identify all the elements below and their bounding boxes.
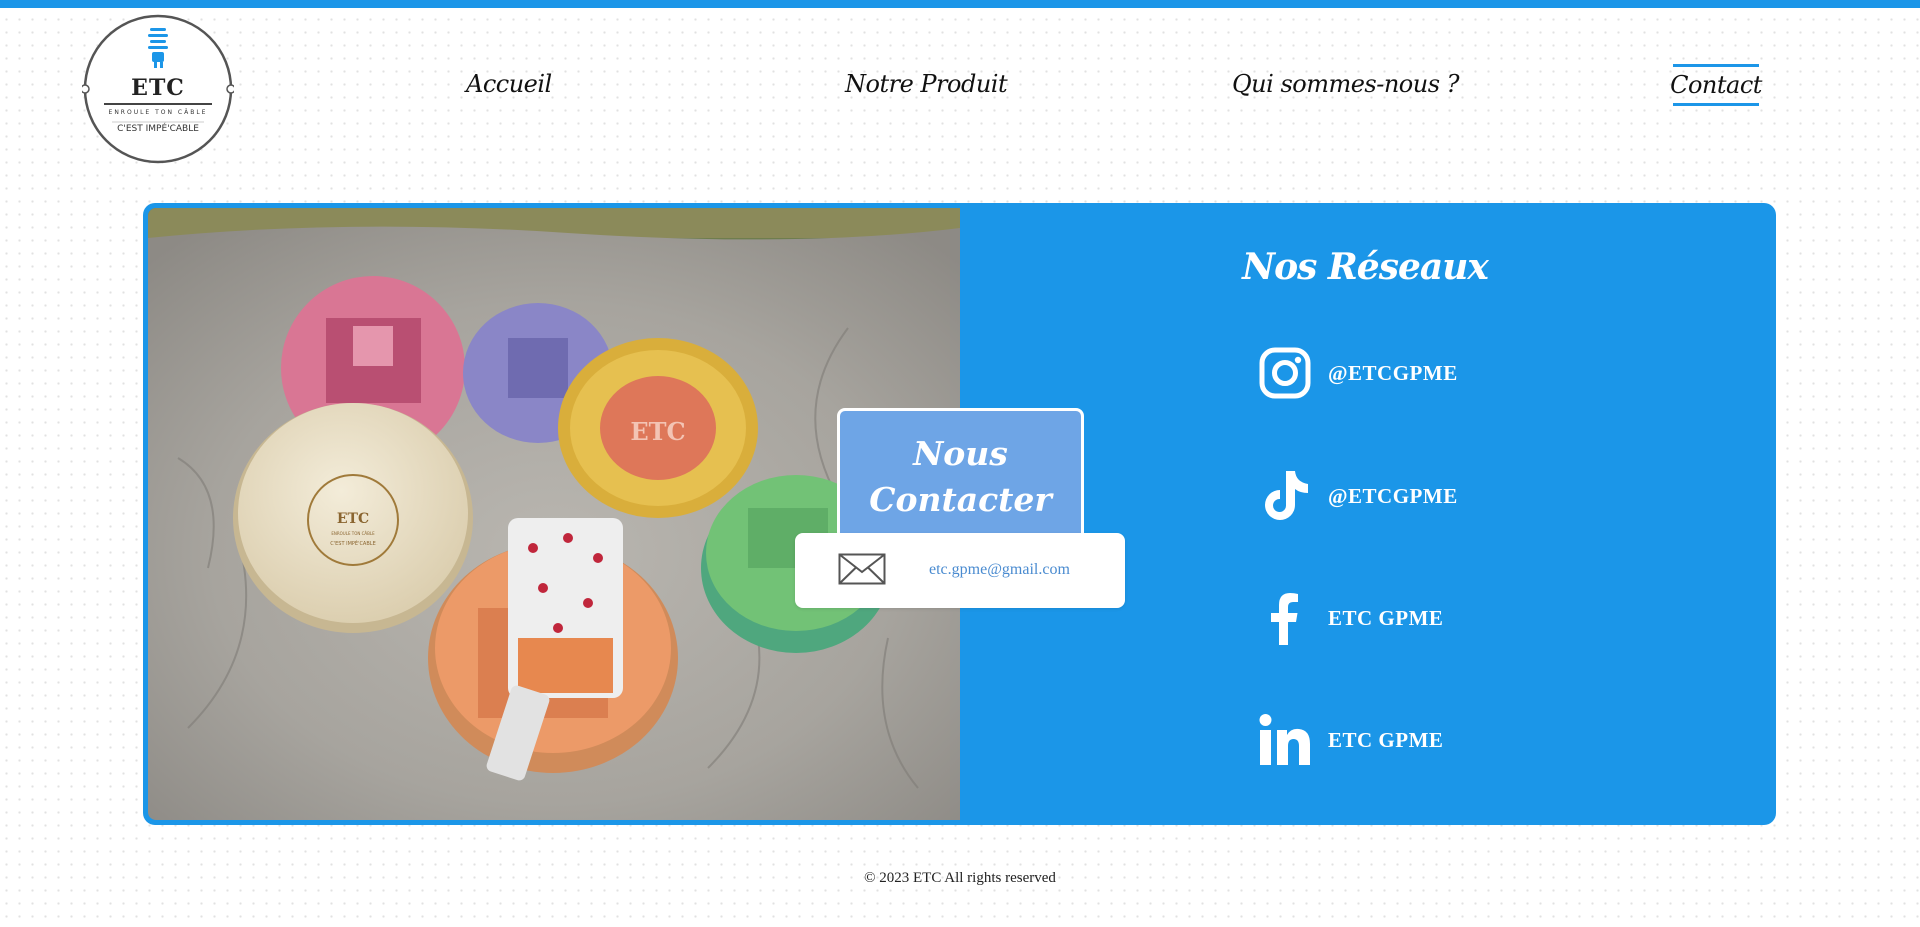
- contact-card-title: Nous Contacter: [840, 431, 1081, 523]
- instagram-icon: [1259, 347, 1311, 399]
- logo-subtitle: ENROULE TON CÂBLE: [108, 109, 208, 116]
- wood-lid-subtitle: ENROULE TON CÂBLE: [331, 531, 375, 536]
- linkedin-name[interactable]: ETC GPME: [1328, 728, 1443, 753]
- nav-link-contact[interactable]: Contact: [1670, 64, 1762, 106]
- networks-title: Nos Réseaux: [1242, 246, 1489, 288]
- gold-lid-text: ETC: [630, 417, 685, 446]
- facebook-icon: [1271, 593, 1298, 645]
- linkedin-icon: [1259, 714, 1310, 765]
- contact-title-line2: Contacter: [869, 480, 1052, 519]
- nav-link-qui-sommes-nous[interactable]: Qui sommes-nous ?: [1232, 70, 1460, 98]
- nav-link-notre-produit[interactable]: Notre Produit: [845, 70, 1008, 98]
- social-facebook[interactable]: ETC GPME: [1258, 588, 1443, 648]
- social-linkedin[interactable]: ETC GPME: [1258, 710, 1443, 770]
- social-instagram[interactable]: @ETCGPME: [1258, 343, 1458, 403]
- wood-lid-tagline: C'EST IMPÉ'CABLE: [330, 539, 375, 547]
- tiktok-handle[interactable]: @ETCGPME: [1328, 484, 1458, 509]
- footer-copyright: © 2023 ETC All rights reserved: [864, 870, 1056, 886]
- top-accent-bar: [0, 0, 1920, 8]
- brand-logo[interactable]: ETC ENROULE TON CÂBLE C'EST IMPÉ'CABLE: [82, 14, 234, 164]
- envelope-icon: [838, 553, 886, 585]
- logo-title: ETC: [131, 75, 185, 101]
- email-link[interactable]: etc.gpme@gmail.com: [929, 561, 1070, 579]
- logo-tagline: C'EST IMPÉ'CABLE: [117, 124, 199, 134]
- wood-lid-title: ETC: [337, 511, 369, 527]
- facebook-name[interactable]: ETC GPME: [1328, 606, 1443, 631]
- email-card[interactable]: etc.gpme@gmail.com: [795, 533, 1125, 608]
- nav-link-accueil[interactable]: Accueil: [466, 70, 552, 98]
- contact-card-header: Nous Contacter: [837, 408, 1084, 538]
- instagram-handle[interactable]: @ETCGPME: [1328, 361, 1458, 386]
- social-tiktok[interactable]: @ETCGPME: [1258, 466, 1458, 526]
- tiktok-icon: [1265, 471, 1308, 520]
- contact-title-line1: Nous: [913, 434, 1008, 473]
